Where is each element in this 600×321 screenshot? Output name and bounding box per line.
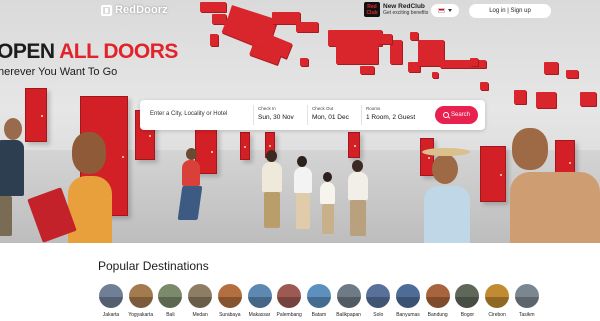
destination-image bbox=[188, 284, 213, 308]
destination-image bbox=[277, 284, 302, 308]
logo-text: RedDoorz bbox=[115, 4, 168, 16]
chevron-down-icon bbox=[448, 9, 452, 12]
redclub-promo[interactable]: Red Club New RedClub Get exciting benefi… bbox=[364, 2, 428, 17]
headline-start: OPEN bbox=[0, 40, 60, 63]
check-in-label: Check In bbox=[258, 106, 276, 111]
rooms-label: Rooms bbox=[366, 106, 381, 111]
check-out-field[interactable]: Check Out Mon, 01 Dec bbox=[312, 106, 349, 121]
divider bbox=[307, 105, 308, 125]
destination-name: Tasikm bbox=[519, 312, 535, 318]
check-out-value: Mon, 01 Dec bbox=[312, 114, 349, 121]
destination-image bbox=[425, 284, 450, 308]
rooms-value: 1 Room, 2 Guest bbox=[366, 114, 416, 121]
language-selector[interactable] bbox=[431, 4, 459, 17]
search-icon bbox=[442, 112, 449, 118]
rooms-field[interactable]: Rooms 1 Room, 2 Guest bbox=[366, 106, 415, 121]
destination-image bbox=[158, 284, 183, 308]
divider bbox=[361, 105, 362, 125]
search-bar: Enter a City, Locality or Hotel Check In… bbox=[140, 100, 485, 130]
destination-image bbox=[366, 284, 391, 308]
check-in-value: Sun, 30 Nov bbox=[258, 114, 294, 121]
redclub-badge-icon: Red Club bbox=[364, 2, 380, 17]
location-input[interactable]: Enter a City, Locality or Hotel bbox=[150, 111, 227, 117]
reddoorz-logo[interactable]: RedDoorz bbox=[101, 4, 168, 16]
destination-image bbox=[485, 284, 510, 308]
destination-image bbox=[128, 284, 153, 308]
hero-subline: herever You Want To Go bbox=[0, 66, 118, 78]
login-signup-button[interactable]: Log in | Sign up bbox=[469, 4, 551, 18]
redclub-subtitle: Get exciting benefits bbox=[383, 10, 429, 16]
search-button[interactable]: Search bbox=[435, 106, 478, 124]
check-out-label: Check Out bbox=[312, 106, 334, 111]
destination-image bbox=[514, 284, 539, 308]
destination-image bbox=[306, 284, 331, 308]
hero-headline: OPEN ALL DOORS bbox=[0, 40, 178, 64]
popular-destinations-title: Popular Destinations bbox=[98, 259, 209, 273]
destination-image bbox=[336, 284, 361, 308]
divider bbox=[253, 105, 254, 125]
destination-image bbox=[99, 284, 123, 308]
destination-image bbox=[247, 284, 272, 308]
destination-image bbox=[396, 284, 420, 308]
destination-image bbox=[217, 284, 242, 308]
destination-item[interactable]: Tasikm bbox=[513, 284, 541, 318]
destination-image bbox=[455, 284, 480, 308]
headline-accent: ALL DOORS bbox=[59, 40, 178, 63]
redclub-title: New RedClub bbox=[383, 3, 425, 10]
door-logo-icon bbox=[101, 4, 112, 16]
check-in-field[interactable]: Check In Sun, 30 Nov bbox=[258, 106, 294, 121]
flag-indonesia-icon bbox=[438, 8, 445, 13]
search-button-label: Search bbox=[450, 112, 470, 118]
